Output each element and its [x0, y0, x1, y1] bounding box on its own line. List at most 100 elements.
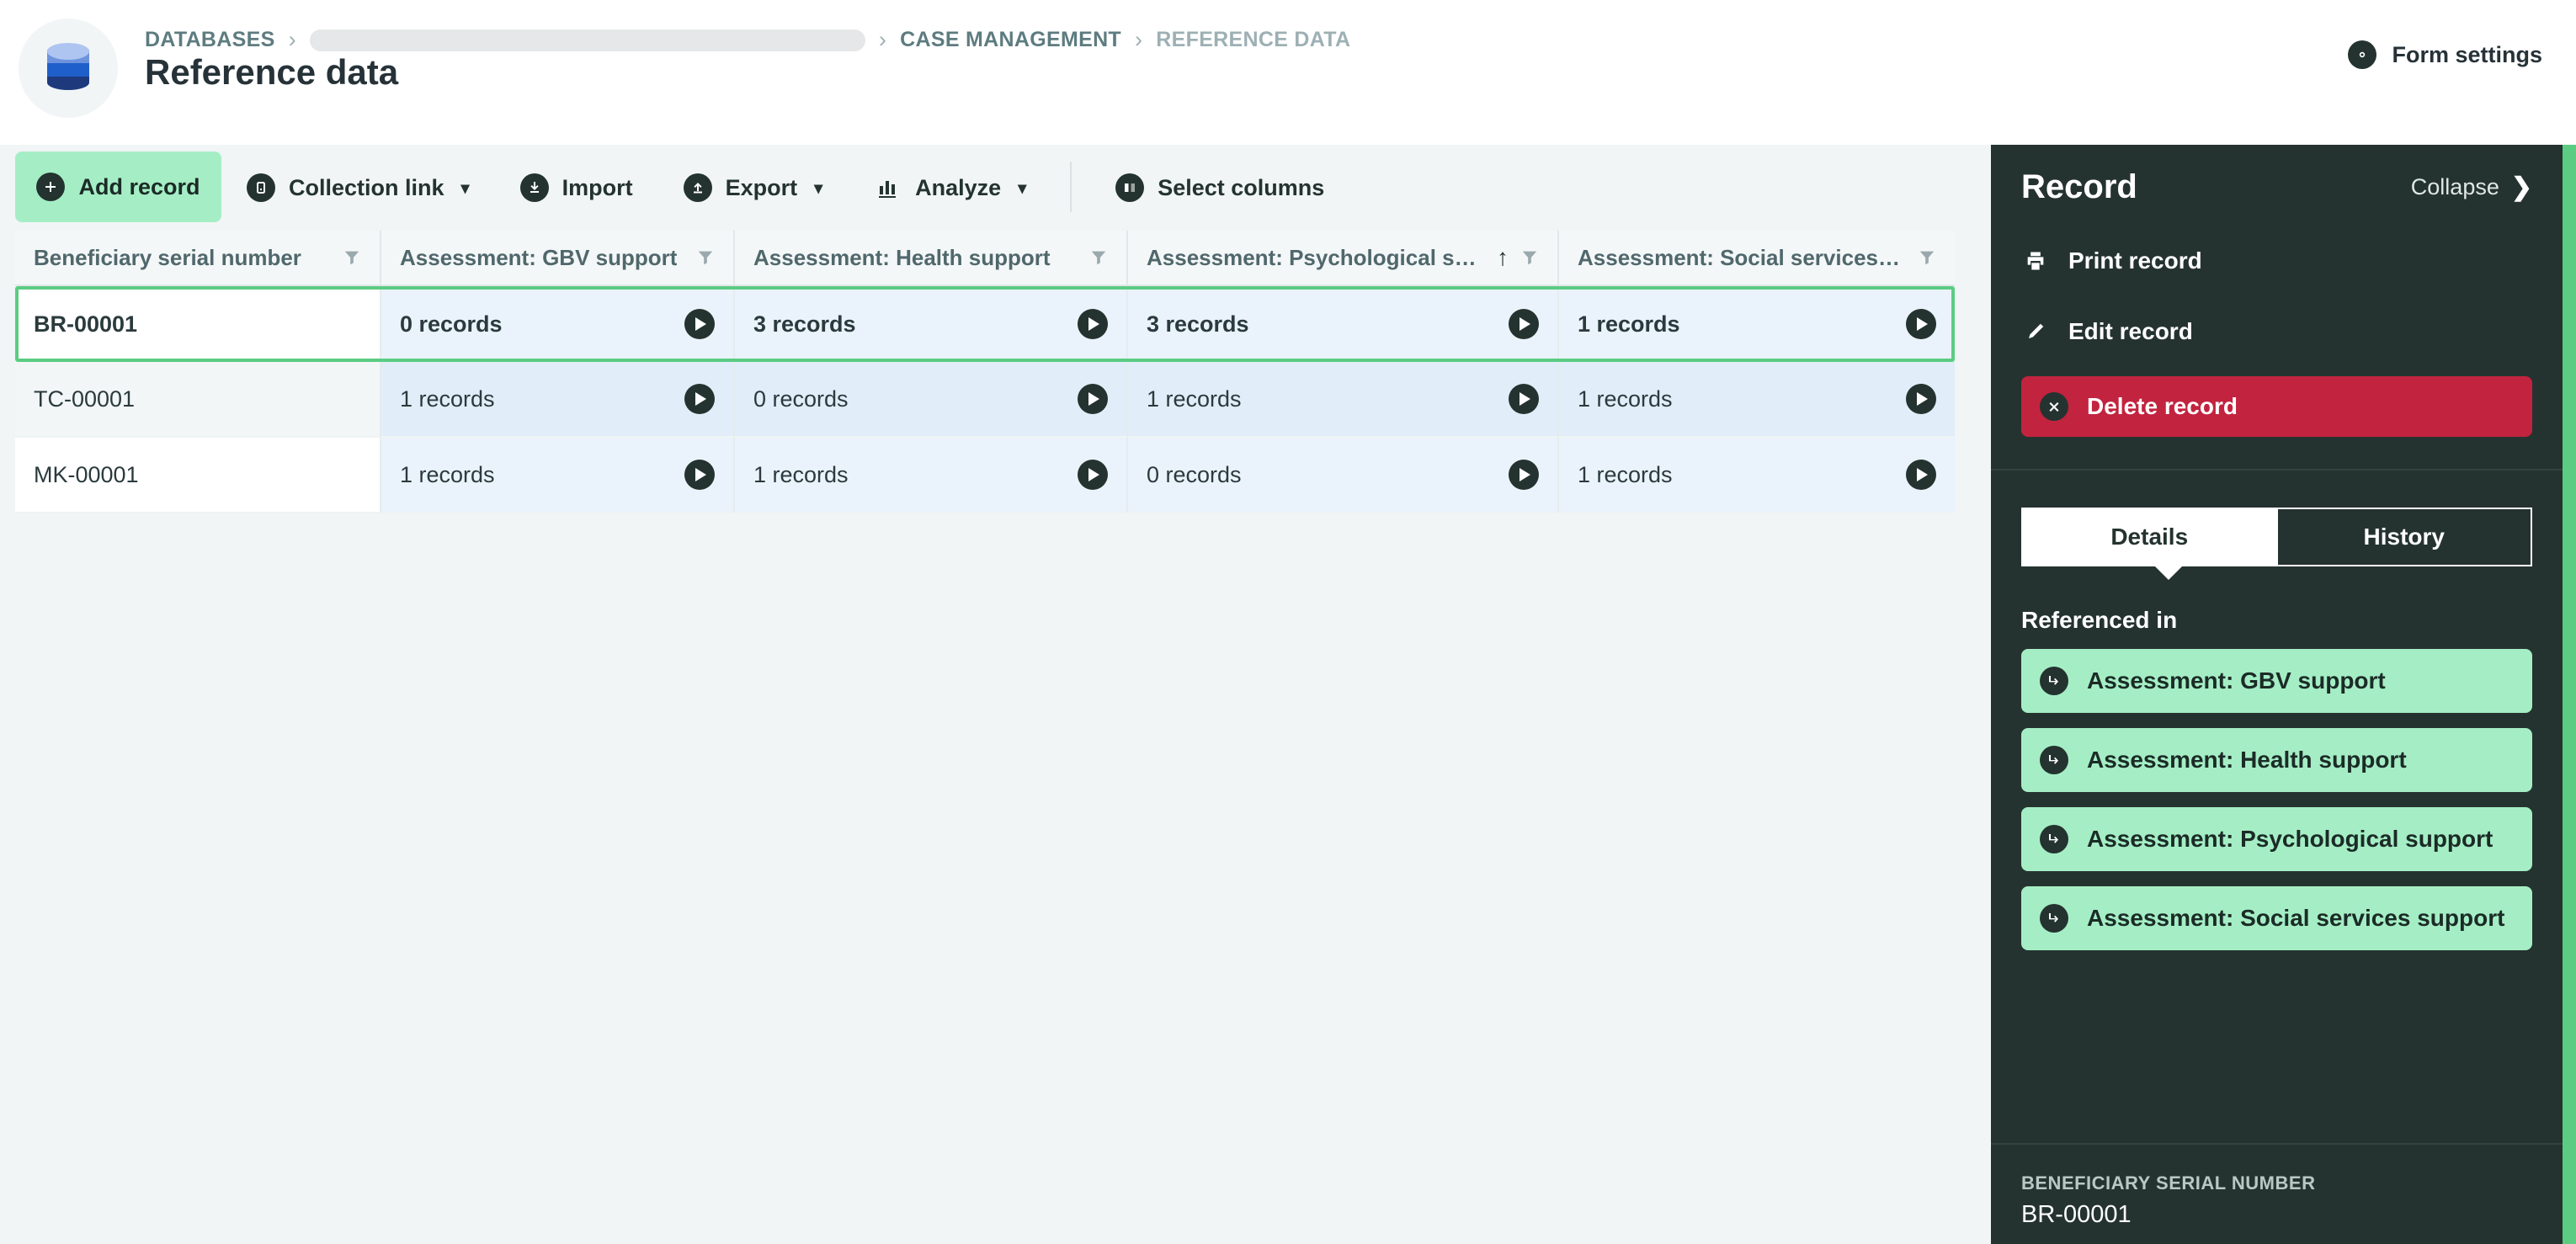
edit-record-button[interactable]: Edit record	[1991, 306, 2563, 358]
collection-link-label: Collection link	[289, 174, 444, 200]
cell-serial-number[interactable]: MK-00001	[15, 438, 381, 513]
table-header-row: Beneficiary serial number Assessment: GBV…	[15, 231, 1955, 286]
print-record-button[interactable]: Print record	[1991, 235, 2563, 287]
column-header[interactable]: Assessment: Health support	[735, 231, 1128, 284]
open-linked-records-icon[interactable]	[1078, 384, 1108, 414]
sort-ascending-icon[interactable]: ↑	[1497, 244, 1509, 271]
column-header-label: Assessment: Psychological su...	[1147, 244, 1485, 270]
table-body: BR-00001 0 records 3 records 3 records 1 rec…	[15, 286, 1955, 513]
filter-icon[interactable]	[696, 248, 715, 267]
select-columns-button[interactable]: Select columns	[1090, 145, 1349, 231]
form-settings-button[interactable]: Form settings	[2348, 40, 2542, 69]
panel-divider	[1991, 469, 2563, 470]
field-value: BR-00001	[2021, 1201, 2132, 1228]
cell-text: 3 records	[753, 311, 856, 337]
records-table: Beneficiary serial number Assessment: GBV…	[15, 231, 1955, 513]
cell-record-count[interactable]: 0 records	[381, 286, 735, 362]
cell-record-count[interactable]: 0 records	[735, 362, 1128, 438]
chevron-right-icon: ❯	[2510, 173, 2532, 201]
filter-icon[interactable]	[343, 248, 361, 267]
filter-icon[interactable]	[1918, 248, 1936, 267]
cell-text: 1 records	[1578, 311, 1680, 337]
cell-text: 3 records	[1147, 311, 1249, 337]
column-header[interactable]: Assessment: Social services su...	[1559, 231, 1955, 284]
cell-record-count[interactable]: 1 records	[1128, 362, 1559, 438]
open-linked-records-icon[interactable]	[1906, 384, 1936, 414]
cell-record-count[interactable]: 1 records	[735, 438, 1128, 513]
breadcrumb-item-reference-data: REFERENCE DATA	[1156, 28, 1351, 51]
panel-scrollbar[interactable]	[2563, 145, 2576, 1244]
column-header[interactable]: Assessment: GBV support	[381, 231, 735, 284]
open-linked-records-icon[interactable]	[1906, 460, 1936, 490]
column-header[interactable]: Assessment: Psychological su... ↑	[1128, 231, 1559, 284]
cell-record-count[interactable]: 1 records	[1559, 362, 1955, 438]
panel-title: Record	[2021, 168, 2137, 205]
breadcrumb-item-case-management[interactable]: CASE MANAGEMENT	[900, 28, 1121, 52]
cell-text: 0 records	[1147, 461, 1242, 487]
referenced-in-item[interactable]: Assessment: Health support	[2021, 728, 2532, 792]
column-header[interactable]: Beneficiary serial number	[15, 231, 381, 284]
referenced-in-item[interactable]: Assessment: Social services support	[2021, 886, 2532, 950]
cell-record-count[interactable]: 1 records	[381, 362, 735, 438]
collapse-panel-button[interactable]: Collapse ❯	[2411, 173, 2532, 202]
breadcrumb-separator: ›	[1135, 27, 1143, 52]
print-record-label: Print record	[2068, 247, 2202, 274]
table-row[interactable]: BR-00001 0 records 3 records 3 records 1 rec…	[15, 286, 1955, 362]
table-row[interactable]: MK-00001 1 records 1 records 0 records 1 rec…	[15, 438, 1955, 513]
cell-record-count[interactable]: 1 records	[1559, 286, 1955, 362]
arrow-enter-icon	[2040, 904, 2068, 933]
panel-tabs: Details History	[2021, 508, 2532, 580]
filter-icon[interactable]	[1089, 248, 1108, 267]
field-label: BENEFICIARY SERIAL NUMBER	[2021, 1172, 2316, 1193]
column-header-tools: ↑	[1497, 244, 1539, 271]
panel-header: Record Collapse ❯	[1991, 145, 2563, 206]
printer-icon	[2021, 249, 2050, 273]
close-circle-icon	[2040, 392, 2068, 421]
open-linked-records-icon[interactable]	[1509, 384, 1539, 414]
open-linked-records-icon[interactable]	[684, 384, 715, 414]
open-linked-records-icon[interactable]	[1078, 460, 1108, 490]
analyze-label: Analyze	[915, 174, 1002, 200]
pencil-icon	[2021, 321, 2050, 343]
open-linked-records-icon[interactable]	[684, 460, 715, 490]
analyze-button[interactable]: Analyze ▾	[848, 145, 1051, 231]
cell-serial-number[interactable]: BR-00001	[15, 286, 381, 362]
open-linked-records-icon[interactable]	[1509, 460, 1539, 490]
import-button[interactable]: Import	[495, 145, 658, 231]
arrow-enter-icon	[2040, 825, 2068, 853]
tab-details[interactable]: Details	[2021, 508, 2276, 566]
cell-text: 1 records	[1578, 385, 1673, 412]
delete-record-button[interactable]: Delete record	[2021, 376, 2532, 437]
cell-record-count[interactable]: 1 records	[1559, 438, 1955, 513]
column-header-tools	[1089, 248, 1108, 267]
tab-history[interactable]: History	[2275, 508, 2532, 566]
cell-text: 0 records	[400, 311, 503, 337]
open-linked-records-icon[interactable]	[1509, 309, 1539, 339]
open-linked-records-icon[interactable]	[684, 309, 715, 339]
cell-text: 1 records	[1147, 385, 1242, 412]
breadcrumb-item-databases[interactable]: DATABASES	[145, 28, 275, 52]
column-header-tools	[696, 248, 715, 267]
table-toolbar: Add record Collection link ▾ Import Expo…	[0, 145, 1991, 231]
column-header-label: Assessment: GBV support	[400, 244, 678, 270]
export-label: Export	[725, 174, 798, 200]
open-linked-records-icon[interactable]	[1906, 309, 1936, 339]
referenced-in-item[interactable]: Assessment: GBV support	[2021, 649, 2532, 713]
import-label: Import	[562, 174, 633, 200]
referenced-in-title: Referenced in	[2021, 607, 2178, 633]
add-record-button[interactable]: Add record	[15, 152, 221, 222]
cell-record-count[interactable]: 1 records	[381, 438, 735, 513]
open-linked-records-icon[interactable]	[1078, 309, 1108, 339]
table-row[interactable]: TC-00001 1 records 0 records 1 records 1 rec…	[15, 362, 1955, 438]
breadcrumb-item-redacted[interactable]	[309, 29, 865, 51]
collection-link-button[interactable]: Collection link ▾	[221, 145, 495, 231]
cell-record-count[interactable]: 0 records	[1128, 438, 1559, 513]
filter-icon[interactable]	[1520, 248, 1539, 267]
cell-serial-number[interactable]: TC-00001	[15, 362, 381, 438]
export-button[interactable]: Export ▾	[658, 145, 849, 231]
cell-record-count[interactable]: 3 records	[1128, 286, 1559, 362]
referenced-in-item[interactable]: Assessment: Psychological support	[2021, 807, 2532, 871]
referenced-in-item-label: Assessment: Psychological support	[2087, 826, 2494, 852]
export-icon	[683, 173, 712, 202]
cell-record-count[interactable]: 3 records	[735, 286, 1128, 362]
